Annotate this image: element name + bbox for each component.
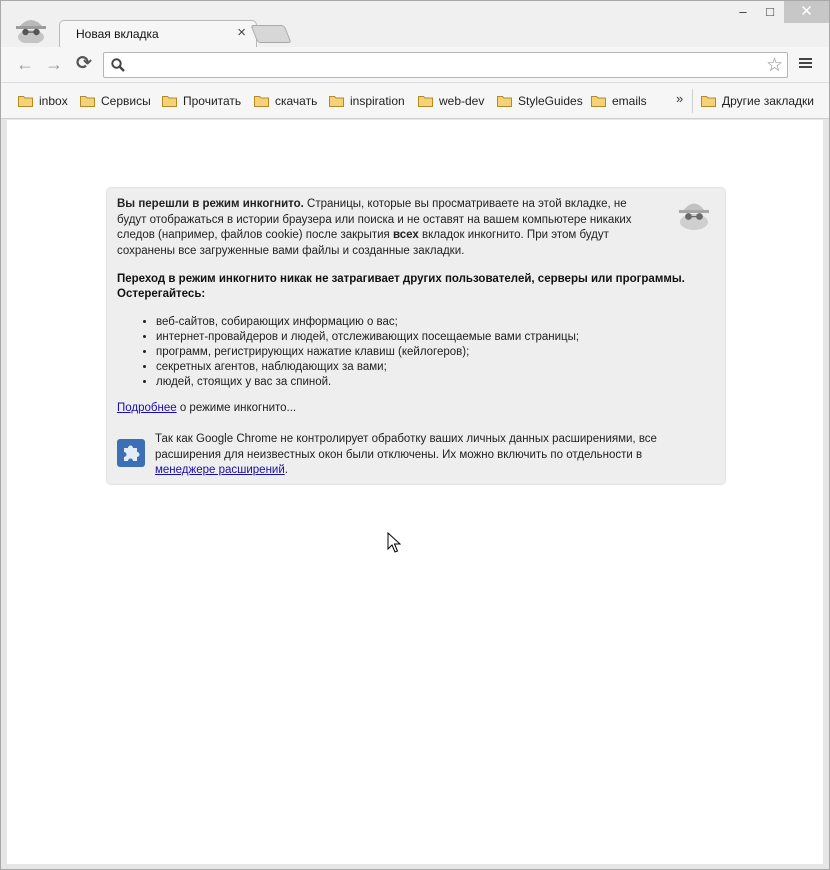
bookmark-inspiration[interactable]: inspiration [329,93,405,109]
bookmark-web-dev[interactable]: web-dev [418,93,484,109]
bookmark-star-icon[interactable]: ☆ [766,54,783,77]
puzzle-extension-icon [117,439,145,467]
bookmark-services[interactable]: Сервисы [80,93,151,109]
bookmark-label: inspiration [350,94,405,108]
extensions-notice-end: . [284,464,288,476]
bookmark-label: StyleGuides [518,94,583,108]
bookmark-label: inbox [39,94,68,108]
bookmarks-bar: inbox Сервисы Прочитать скачать inspirat… [1,83,829,119]
chrome-menu-button[interactable] [798,56,814,72]
incognito-warning: Переход в режим инкогнито никак не затра… [117,273,685,300]
mouse-cursor-icon [387,532,401,553]
bookmark-download[interactable]: скачать [254,93,317,109]
list-item: людей, стоящих у вас за спиной. [156,375,579,390]
toolbar: ← → ⟳ ☆ [1,47,829,83]
incognito-intro: Вы перешли в режим инкогнито. Страницы, … [117,197,657,259]
browser-window: Новая вкладка × – □ ✕ ← → ⟳ ☆ inbox Серв… [0,0,830,870]
folder-icon [497,96,512,107]
bookmark-label: emails [612,94,647,108]
extensions-notice-text: Так как Google Chrome не контролирует об… [155,433,657,461]
extensions-notice: Так как Google Chrome не контролирует об… [155,432,695,479]
bookmark-label: web-dev [439,94,485,108]
folder-icon [591,96,606,107]
extensions-manager-link[interactable]: менеджере расширений [155,464,285,476]
menu-bar-icon [799,62,812,64]
minimize-button[interactable]: – [730,1,756,23]
bookmark-label: Другие закладки [722,94,814,108]
folder-icon [254,96,269,107]
bookmarks-divider [692,89,693,113]
bookmark-read[interactable]: Прочитать [162,93,241,109]
omnibox[interactable]: ☆ [103,52,788,78]
back-button[interactable]: ← [13,53,37,75]
folder-icon [80,96,95,107]
list-item: секретных агентов, наблюдающих за вами; [156,360,579,375]
learn-more-line: Подробнее о режиме инкогнито... [117,402,296,414]
folder-icon [162,96,177,107]
bookmarks-overflow-button[interactable]: » [676,91,683,106]
tab-close-icon[interactable]: × [237,24,246,41]
threat-list: веб-сайтов, собирающих информацию о вас;… [156,315,579,390]
address-input[interactable] [132,56,752,74]
learn-more-text: о режиме инкогнито... [176,402,297,414]
learn-more-link[interactable]: Подробнее [117,402,177,414]
bookmark-label: Сервисы [101,94,151,108]
intro-all: всех [392,229,419,241]
incognito-logo-icon [16,20,46,43]
bookmark-other[interactable]: Другие закладки [701,93,814,109]
tab-new-tab[interactable]: Новая вкладка × [59,20,257,47]
bookmark-label: скачать [275,94,318,108]
folder-icon [18,96,33,107]
incognito-icon [679,203,709,230]
search-icon [111,58,125,72]
page-content: Вы перешли в режим инкогнито. Страницы, … [7,120,823,864]
list-item: интернет-провайдеров и людей, отслеживаю… [156,330,579,345]
bookmark-styleguides[interactable]: StyleGuides [497,93,583,109]
list-item: программ, регистрирующих нажатие клавиш … [156,345,579,360]
bookmark-emails[interactable]: emails [591,93,647,109]
reload-button[interactable]: ⟳ [72,53,96,75]
folder-icon [329,96,344,107]
title-bar: Новая вкладка × – □ ✕ [1,1,829,47]
list-item: веб-сайтов, собирающих информацию о вас; [156,315,579,330]
intro-heading: Вы перешли в режим инкогнито. [117,198,304,210]
new-tab-button[interactable] [250,25,292,43]
incognito-info-panel: Вы перешли в режим инкогнито. Страницы, … [106,187,726,485]
close-window-button[interactable]: ✕ [784,1,829,23]
bookmark-inbox[interactable]: inbox [18,93,68,109]
tab-title: Новая вкладка [76,27,159,41]
bookmark-label: Прочитать [183,94,242,108]
maximize-button[interactable]: □ [757,1,783,23]
folder-icon [701,96,716,107]
menu-bar-icon [799,58,812,60]
forward-button[interactable]: → [42,53,66,75]
menu-bar-icon [799,66,812,68]
folder-icon [418,96,433,107]
